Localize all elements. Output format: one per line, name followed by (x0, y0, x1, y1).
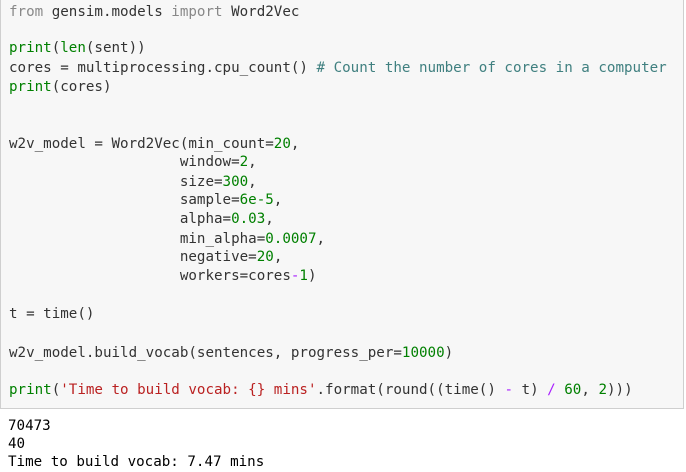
code-string: 'Time to build vocab: {} mins' (60, 382, 317, 398)
code-line-size: size=300, (9, 174, 257, 190)
code-line-cores: cores = multiprocessing.cpu_count() # Co… (9, 60, 667, 76)
code-line-sample: sample=6e-5, (9, 192, 283, 208)
code-line-alpha: alpha=0.03, (9, 211, 274, 227)
code-line-import: from gensim.models import Word2Vec (9, 4, 300, 20)
code-line-build-vocab: w2v_model.build_vocab(sentences, progres… (9, 345, 454, 361)
code-line-min-alpha: min_alpha=0.0007, (9, 231, 326, 247)
code-line-negative: negative=20, (9, 249, 283, 265)
code-line-print-len: print(len(sent)) (9, 40, 146, 56)
code-line-print-time: print('Time to build vocab: {} mins'.for… (9, 382, 633, 398)
code-line-time: t = time() (9, 306, 95, 322)
output-line: Time to build vocab: 7.47 mins (8, 454, 265, 470)
output-line: 40 (8, 436, 26, 452)
code-line-w2v-model: w2v_model = Word2Vec(min_count=20, (9, 136, 300, 152)
code-line-window: window=2, (9, 154, 257, 170)
code-cell[interactable]: from gensim.models import Word2Vec print… (0, 0, 684, 409)
output-line: 70473 (8, 418, 51, 434)
code-comment: # Count the number of cores in a compute… (316, 60, 667, 76)
code-line-workers: workers=cores-1) (9, 268, 317, 284)
code-line-print-cores: print(cores) (9, 79, 112, 95)
